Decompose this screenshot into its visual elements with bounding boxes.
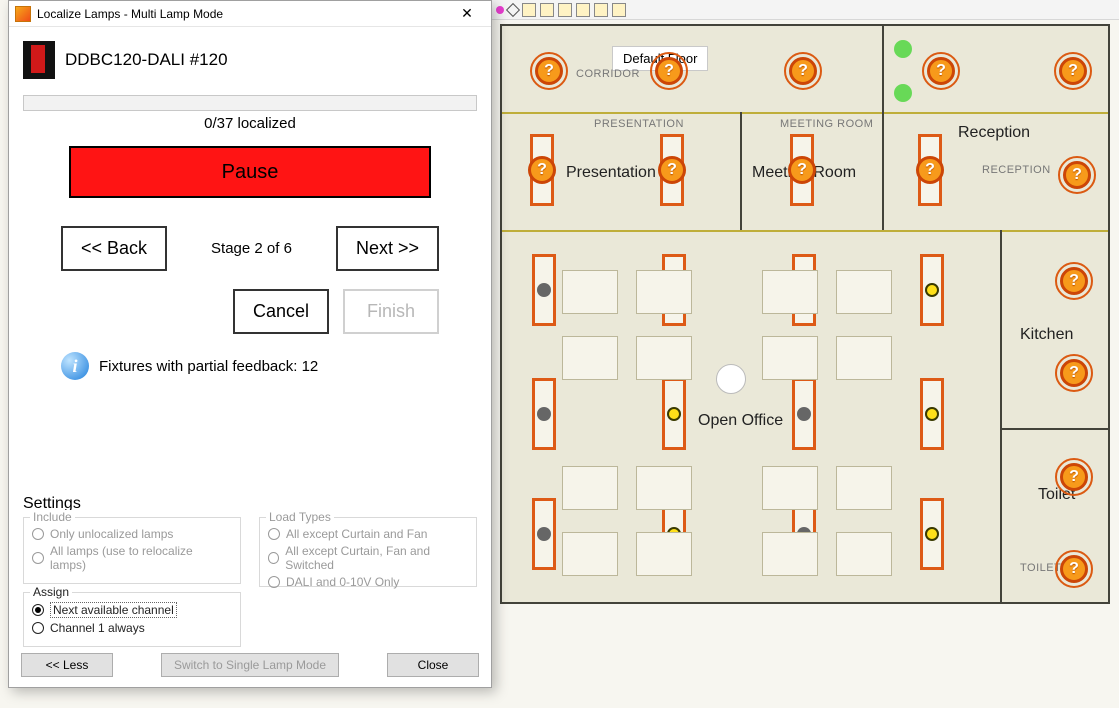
window-close-button[interactable]: ✕ [449, 4, 485, 24]
lamp-fixture[interactable] [920, 498, 944, 570]
zone-unknown-icon[interactable]: ? [788, 156, 816, 184]
zone-unknown-icon[interactable]: ? [1060, 359, 1088, 387]
less-button[interactable]: << Less [21, 653, 113, 677]
stage-label: Stage 2 of 6 [211, 240, 292, 257]
zone-unknown-icon[interactable]: ? [528, 156, 556, 184]
room-label-presentation: Presentation [566, 164, 656, 182]
lamp-fixture[interactable] [532, 498, 556, 570]
device-name: DDBC120-DALI #120 [65, 50, 228, 70]
include-opt1-label: Only unlocalized lamps [50, 527, 173, 541]
switch-mode-button[interactable]: Switch to Single Lamp Mode [161, 653, 339, 677]
window-title: Localize Lamps - Multi Lamp Mode [37, 7, 449, 21]
app-toolbar [490, 0, 1119, 20]
zone-unknown-icon[interactable]: ? [927, 57, 955, 85]
localize-lamps-dialog: Localize Lamps - Multi Lamp Mode ✕ DDBC1… [8, 0, 492, 688]
toolbar-dot-icon [496, 6, 504, 14]
radio-next-channel[interactable] [32, 604, 44, 616]
zone-unknown-icon[interactable]: ? [535, 57, 563, 85]
zone-unknown-icon[interactable]: ? [655, 57, 683, 85]
feedback-text: Fixtures with partial feedback: 12 [99, 358, 318, 375]
pause-button[interactable]: Pause [69, 146, 431, 198]
device-icon [23, 41, 55, 79]
assign-opt2-label: Channel 1 always [50, 621, 145, 635]
toolbar-icon[interactable] [558, 3, 572, 17]
room-label-kitchen: Kitchen [1020, 326, 1073, 344]
room-label-open-office: Open Office [698, 412, 783, 430]
next-button[interactable]: Next >> [336, 226, 439, 271]
settings-heading: Settings [23, 495, 477, 513]
lamp-fixture[interactable] [792, 378, 816, 450]
back-button[interactable]: << Back [61, 226, 167, 271]
include-legend: Include [30, 510, 75, 524]
close-button[interactable]: Close [387, 653, 479, 677]
desk-cluster [562, 466, 692, 576]
lamp-fixture[interactable] [920, 254, 944, 326]
titlebar: Localize Lamps - Multi Lamp Mode ✕ [9, 1, 491, 27]
zone-unknown-icon[interactable]: ? [658, 156, 686, 184]
lamp-fixture[interactable] [532, 254, 556, 326]
assign-legend: Assign [30, 585, 72, 599]
toolbar-icon[interactable] [594, 3, 608, 17]
progress-label: 0/37 localized [9, 115, 491, 132]
zone-label-reception-small: RECEPTION [982, 164, 1051, 176]
finish-button[interactable]: Finish [343, 289, 439, 334]
lamp-fixture[interactable] [532, 378, 556, 450]
zone-label-presentation-small: PRESENTATION [594, 118, 684, 130]
app-icon [15, 6, 31, 22]
lamp-fixture[interactable] [920, 378, 944, 450]
zone-unknown-icon[interactable]: ? [916, 156, 944, 184]
assign-opt1-label: Next available channel [50, 602, 177, 618]
toolbar-icon[interactable] [576, 3, 590, 17]
info-icon: i [61, 352, 89, 380]
zone-unknown-icon[interactable]: ? [1060, 267, 1088, 295]
zone-unknown-icon[interactable]: ? [1059, 57, 1087, 85]
toolbar-icon[interactable] [612, 3, 626, 17]
radio-lt3 [268, 576, 280, 588]
desk-cluster [762, 466, 892, 576]
room-label-reception: Reception [958, 124, 1030, 142]
progress-bar [23, 95, 477, 111]
desk-cluster [762, 270, 892, 380]
loadtypes-opt2-label: All except Curtain, Fan and Switched [285, 544, 468, 572]
loadtypes-fieldset: Load Types All except Curtain and Fan Al… [259, 517, 477, 587]
toolbar-diamond-icon [506, 2, 520, 16]
include-fieldset: Include Only unlocalized lamps All lamps… [23, 517, 241, 584]
radio-only-unlocalized [32, 528, 44, 540]
dali-sensor-icon[interactable] [716, 364, 746, 394]
zone-unknown-icon[interactable]: ? [1063, 161, 1091, 189]
assign-fieldset: Assign Next available channel Channel 1 … [23, 592, 241, 647]
lamp-fixture[interactable] [662, 378, 686, 450]
loadtypes-legend: Load Types [266, 510, 334, 524]
radio-lt2 [268, 552, 279, 564]
toolbar-icon[interactable] [540, 3, 554, 17]
toolbar-icon[interactable] [522, 3, 536, 17]
zone-unknown-icon[interactable]: ? [1060, 555, 1088, 583]
loadtypes-opt3-label: DALI and 0-10V Only [286, 575, 399, 589]
zone-label-corridor: CORRIDOR [576, 68, 640, 80]
include-opt2-label: All lamps (use to relocalize lamps) [50, 544, 232, 572]
sensor-icon [894, 84, 912, 102]
radio-lt1 [268, 528, 280, 540]
radio-all-lamps [32, 552, 44, 564]
zone-unknown-icon[interactable]: ? [1060, 463, 1088, 491]
desk-cluster [562, 270, 692, 380]
sensor-icon [894, 40, 912, 58]
cancel-button[interactable]: Cancel [233, 289, 329, 334]
radio-channel1[interactable] [32, 622, 44, 634]
loadtypes-opt1-label: All except Curtain and Fan [286, 527, 427, 541]
floor-plan-canvas[interactable]: Default Floor CORRIDOR PRESENTATION MEET… [500, 24, 1110, 604]
zone-label-meeting-small: MEETING ROOM [780, 118, 873, 130]
zone-unknown-icon[interactable]: ? [789, 57, 817, 85]
